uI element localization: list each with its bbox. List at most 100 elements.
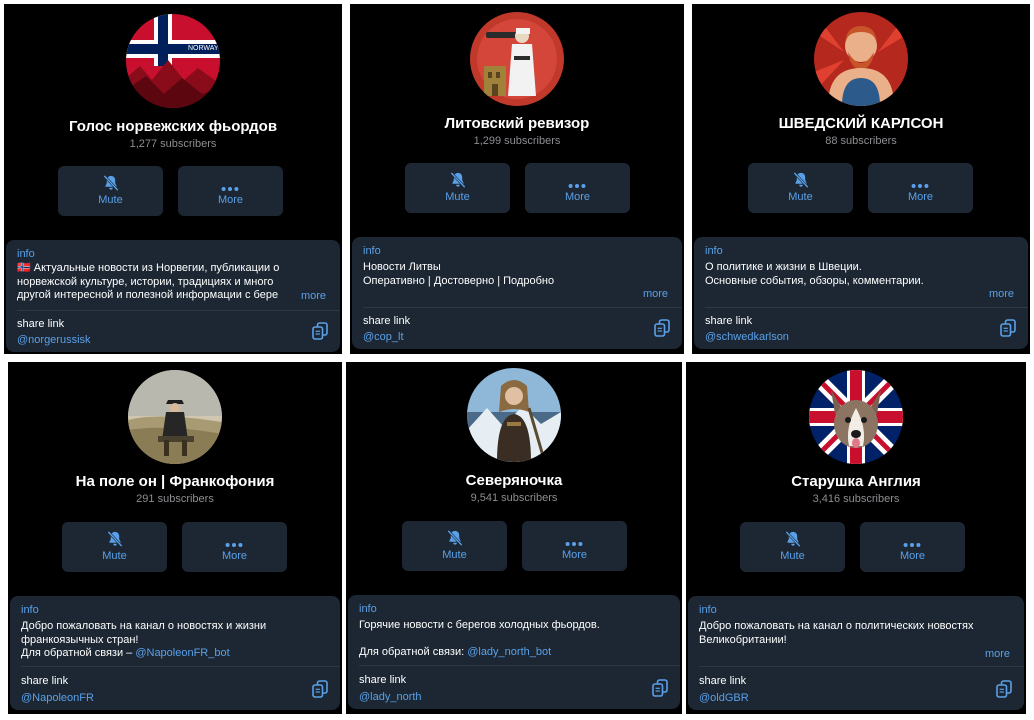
more-button[interactable]: More (860, 522, 965, 572)
share-link-label: share link (699, 675, 747, 687)
subscriber-count: 1,299 subscribers (473, 135, 561, 147)
channel-name: Литовский ревизор (444, 115, 590, 132)
more-label: More (217, 194, 244, 206)
revisor-avatar-icon (470, 12, 564, 106)
copy-icon[interactable] (312, 680, 328, 698)
divider (359, 665, 680, 666)
subscriber-count: 9,541 subscribers (470, 492, 558, 504)
channel-avatar[interactable] (467, 368, 561, 462)
more-label: More (561, 549, 588, 561)
more-button[interactable]: More (178, 166, 283, 216)
viking-woman-avatar-icon (467, 368, 561, 462)
info-label: info (17, 248, 35, 260)
channel-description: Добро пожаловать на канал о политических… (699, 620, 974, 646)
channel-name: На поле он | Франкофония (75, 473, 275, 490)
mute-button[interactable]: Mute (740, 522, 845, 572)
info-label: info (363, 245, 381, 257)
channel-handle-link[interactable]: @schwedkarlson (705, 331, 789, 343)
mute-button[interactable]: Mute (402, 521, 507, 571)
bell-off-icon (792, 171, 810, 189)
channel-avatar[interactable]: NORWAY (126, 14, 220, 108)
channel-avatar[interactable] (814, 12, 908, 106)
channel-card-england: Старушка Англия 3,416 subscribers Mute M… (686, 362, 1026, 714)
channel-handle-link[interactable]: @oldGBR (699, 692, 749, 704)
divider (363, 307, 682, 308)
info-panel: info 🇳🇴 Актуальные новости из Норвегии, … (6, 240, 340, 352)
mute-label: Mute (445, 191, 470, 203)
mute-label: Mute (780, 550, 805, 562)
channel-handle-link[interactable]: @NapoleonFR (21, 692, 94, 704)
info-label: info (359, 603, 377, 615)
copy-icon[interactable] (312, 322, 328, 340)
copy-icon[interactable] (1000, 319, 1016, 337)
feedback-bot-link[interactable]: @lady_north_bot (467, 646, 551, 658)
more-label: More (899, 550, 926, 562)
share-link-label: share link (705, 315, 753, 327)
channel-description: Новости Литвы Оперативно | Достоверно | … (363, 261, 555, 287)
copy-icon[interactable] (652, 679, 668, 697)
description-more-link[interactable]: more (985, 648, 1010, 660)
more-label: More (907, 191, 934, 203)
karlson-avatar-icon (814, 12, 908, 106)
bell-off-icon (446, 529, 464, 547)
channel-card-norway: NORWAY Голос норвежских фьордов 1,277 su… (4, 4, 342, 354)
napoleon-avatar-icon (128, 370, 222, 464)
info-panel: info Добро пожаловать на канал о новостя… (10, 596, 340, 710)
info-panel: info Горячие новости с берегов холодных … (348, 595, 680, 709)
copy-icon[interactable] (654, 319, 670, 337)
channel-description: О политике и жизни в Швеции. Основные со… (705, 261, 924, 287)
divider (21, 666, 340, 667)
channel-name: Северяночка (465, 472, 563, 489)
mute-button[interactable]: Mute (748, 163, 853, 213)
share-link-label: share link (21, 675, 69, 687)
info-panel: info О политике и жизни в Швеции. Основн… (694, 237, 1028, 349)
share-link-label: share link (363, 315, 411, 327)
more-button[interactable]: More (868, 163, 973, 213)
svg-text:NORWAY: NORWAY (188, 45, 219, 52)
union-jack-dog-avatar-icon (809, 370, 903, 464)
mute-button[interactable]: Mute (62, 522, 167, 572)
channel-description: Горячие новости с берегов холодных фьорд… (359, 619, 600, 658)
norway-flag-emoji: 🇳🇴 (17, 262, 31, 274)
channel-name: Старушка Англия (791, 473, 921, 490)
more-button[interactable]: More (182, 522, 287, 572)
mute-button[interactable]: Mute (58, 166, 163, 216)
info-label: info (21, 604, 39, 616)
more-label: More (221, 550, 248, 562)
channel-avatar[interactable] (470, 12, 564, 106)
description-more-link[interactable]: more (643, 288, 668, 300)
channel-avatar[interactable] (128, 370, 222, 464)
more-button[interactable]: More (522, 521, 627, 571)
channel-name: Голос норвежских фьордов (68, 118, 278, 135)
channel-description: 🇳🇴 Актуальные новости из Норвегии, публи… (17, 262, 280, 301)
channel-card-severyanochka: Северяночка 9,541 subscribers Mute More … (346, 362, 682, 714)
feedback-bot-link[interactable]: @NapoleonFR_bot (135, 647, 229, 659)
info-panel: info Новости Литвы Оперативно | Достовер… (352, 237, 682, 349)
mute-button[interactable]: Mute (405, 163, 510, 213)
copy-icon[interactable] (996, 680, 1012, 698)
bell-off-icon (449, 171, 467, 189)
mute-label: Mute (102, 550, 127, 562)
subscriber-count: 3,416 subscribers (812, 493, 900, 505)
more-button[interactable]: More (525, 163, 630, 213)
subscriber-count: 1,277 subscribers (129, 138, 217, 150)
channel-handle-link[interactable]: @cop_lt (363, 331, 404, 343)
subscriber-count: 88 subscribers (825, 135, 897, 147)
channel-avatar[interactable] (809, 370, 903, 464)
subscriber-count: 291 subscribers (136, 493, 214, 505)
channel-card-francophonie: На поле он | Франкофония 291 subscribers… (8, 362, 342, 714)
channel-description: Добро пожаловать на канал о новостях и ж… (21, 620, 267, 659)
divider (705, 307, 1028, 308)
info-label: info (699, 604, 717, 616)
info-panel: info Добро пожаловать на канал о политич… (688, 596, 1024, 710)
mute-label: Mute (442, 549, 467, 561)
channel-handle-link[interactable]: @norgerussisk (17, 334, 91, 346)
description-more-link[interactable]: more (301, 290, 326, 302)
description-more-link[interactable]: more (989, 288, 1014, 300)
channel-handle-link[interactable]: @lady_north (359, 691, 422, 703)
more-label: More (564, 191, 591, 203)
mute-label: Mute (98, 194, 123, 206)
divider (699, 666, 1024, 667)
bell-off-icon (784, 530, 802, 548)
mute-label: Mute (788, 191, 813, 203)
